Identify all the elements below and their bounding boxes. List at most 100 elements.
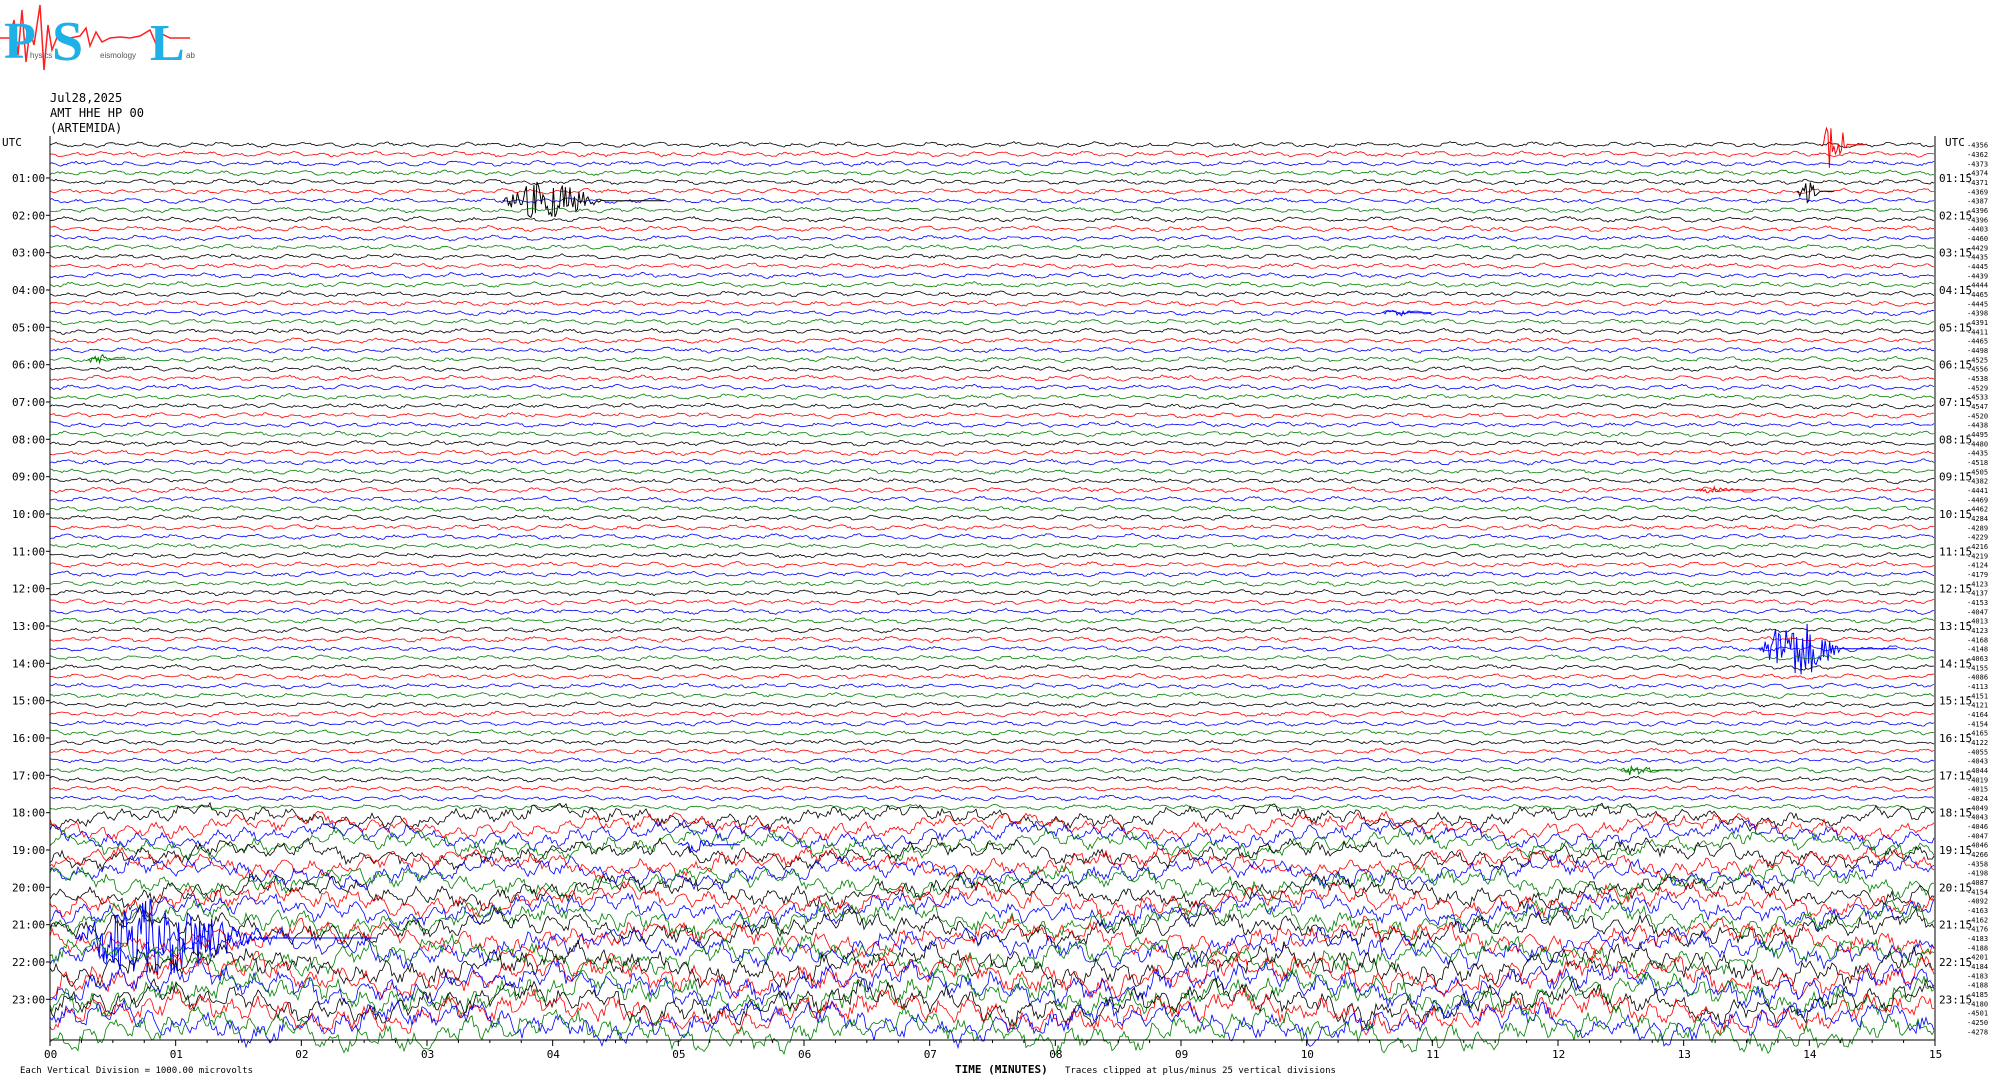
left-hour-tick-label: 19:00	[12, 844, 45, 857]
seismic-trace	[49, 402, 1935, 410]
trace-offset-label: -4113	[1967, 683, 1988, 691]
seismic-trace	[49, 691, 1935, 699]
seismic-trace	[49, 299, 1935, 307]
minute-tick-label: 11	[1426, 1048, 1439, 1061]
seismic-trace	[49, 570, 1935, 578]
left-hour-tick-label: 13:00	[12, 620, 45, 633]
seismic-trace	[49, 542, 1935, 550]
left-hour-tick-label: 22:00	[12, 956, 45, 969]
trace-offset-label: -4229	[1967, 534, 1988, 542]
seismic-trace	[49, 253, 1935, 261]
event-burst	[1821, 126, 1866, 168]
trace-offset-label: -4164	[1967, 711, 1988, 719]
left-hour-tick-label: 14:00	[12, 657, 45, 670]
seismic-trace	[49, 187, 1935, 195]
left-hour-tick-label: 12:00	[12, 583, 45, 596]
minute-tick-label: 00	[44, 1048, 57, 1061]
minute-tick-label: 13	[1678, 1048, 1691, 1061]
right-hour-tick-label: 05:15	[1939, 321, 1972, 334]
seismic-trace	[49, 682, 1935, 690]
trace-offset-label: -4358	[1967, 860, 1988, 868]
seismic-trace	[49, 458, 1935, 466]
seismic-trace	[49, 837, 1935, 872]
seismic-trace	[50, 626, 1935, 634]
trace-offset-label: -4047	[1967, 832, 1988, 840]
seismic-trace	[49, 523, 1935, 531]
right-hour-tick-label: 13:15	[1939, 620, 1972, 633]
right-utc-label: UTC	[1945, 136, 1965, 149]
seismic-trace	[49, 421, 1935, 429]
footer-scale-note: Each Vertical Division = 1000.00 microvo…	[20, 1066, 253, 1076]
minute-tick-label: 09	[1175, 1048, 1188, 1061]
trace-offset-label: -4518	[1967, 459, 1988, 467]
trace-offset-label: -4369	[1967, 188, 1988, 196]
trace-offset-label: -4465	[1967, 338, 1988, 346]
left-hour-tick-label: 20:00	[12, 881, 45, 894]
seismic-trace	[49, 673, 1934, 681]
right-hour-tick-label: 01:15	[1939, 172, 1972, 185]
trace-offset-label: -4520	[1967, 412, 1988, 420]
right-hour-tick-label: 03:15	[1939, 247, 1972, 260]
trace-offset-label: -4356	[1967, 142, 1988, 150]
seismic-trace	[49, 514, 1935, 522]
left-hour-tick-label: 17:00	[12, 769, 45, 782]
left-hour-tick-label: 06:00	[12, 359, 45, 372]
trace-offset-label: -4441	[1967, 487, 1988, 495]
left-hour-tick-label: 15:00	[12, 695, 45, 708]
seismic-trace	[49, 635, 1935, 643]
trace-offset-label: -4154	[1967, 720, 1988, 728]
minute-tick-label: 10	[1301, 1048, 1314, 1061]
trace-offset-label: -4460	[1967, 235, 1988, 243]
seismic-trace	[49, 411, 1935, 419]
seismic-trace	[49, 215, 1935, 223]
seismic-trace	[49, 551, 1935, 559]
seismic-trace	[49, 663, 1935, 671]
minute-tick-label: 08	[1049, 1048, 1062, 1061]
seismic-trace	[49, 234, 1935, 242]
left-hour-tick-label: 10:00	[12, 508, 45, 521]
right-hour-tick-label: 07:15	[1939, 396, 1972, 409]
trace-offset-label: -4438	[1967, 422, 1988, 430]
seismic-trace	[49, 794, 1935, 802]
seismic-trace	[49, 932, 1935, 981]
seismic-trace	[49, 533, 1935, 541]
seismic-trace	[49, 719, 1935, 727]
seismic-trace	[49, 281, 1935, 289]
trace-offset-label: -4538	[1967, 375, 1988, 383]
x-axis-title: TIME (MINUTES)	[955, 1063, 1048, 1076]
left-hour-tick-label: 23:00	[12, 993, 45, 1006]
minute-tick-label: 02	[295, 1048, 308, 1061]
trace-offset-label: -4403	[1967, 226, 1988, 234]
event-burst	[502, 181, 665, 219]
right-hour-tick-label: 06:15	[1939, 359, 1972, 372]
right-hour-tick-label: 17:15	[1939, 769, 1972, 782]
seismic-trace	[49, 486, 1935, 494]
trace-offset-label: -4046	[1967, 823, 1988, 831]
seismic-trace	[49, 365, 1935, 373]
seismic-trace	[49, 738, 1935, 746]
trace-offset-label: -4168	[1967, 636, 1988, 644]
seismic-trace	[49, 467, 1935, 475]
minute-tick-label: 15	[1929, 1048, 1942, 1061]
seismic-trace	[49, 579, 1935, 587]
event-burst	[1620, 764, 1683, 776]
seismic-trace	[49, 785, 1935, 793]
right-hour-tick-label: 10:15	[1939, 508, 1972, 521]
seismic-trace	[49, 355, 1935, 363]
trace-offset-label: -4153	[1967, 599, 1988, 607]
left-utc-label: UTC	[2, 136, 22, 149]
trace-offset-label: -4188	[1967, 944, 1988, 952]
minute-tick-label: 12	[1552, 1048, 1565, 1061]
minute-tick-label: 14	[1803, 1048, 1817, 1061]
trace-offset-label: -4043	[1967, 758, 1988, 766]
trace-offset-label: -4387	[1967, 198, 1988, 206]
trace-offset-label: -4445	[1967, 263, 1988, 271]
left-hour-tick-label: 18:00	[12, 807, 45, 820]
seismic-trace	[49, 309, 1935, 317]
left-hour-tick-label: 08:00	[12, 433, 45, 446]
seismic-trace	[49, 598, 1935, 606]
seismic-trace	[49, 290, 1935, 298]
seismic-trace	[49, 383, 1935, 391]
seismic-trace	[49, 374, 1935, 382]
seismic-trace	[49, 439, 1935, 447]
